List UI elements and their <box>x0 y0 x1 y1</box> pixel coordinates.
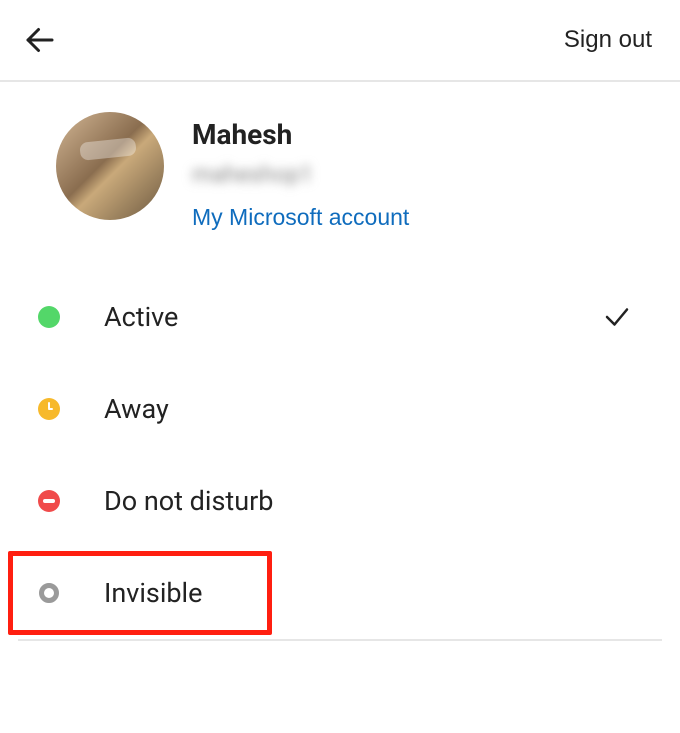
invisible-status-icon <box>38 582 60 604</box>
status-active[interactable]: Active <box>10 271 670 363</box>
arrow-left-icon <box>22 22 58 58</box>
away-status-icon <box>38 398 60 420</box>
microsoft-account-link[interactable]: My Microsoft account <box>192 198 409 231</box>
checkmark-icon <box>602 302 632 332</box>
divider <box>18 639 662 641</box>
status-label: Active <box>104 301 602 333</box>
profile-text: Mahesh maheshop1 My Microsoft account <box>192 112 409 231</box>
status-invisible[interactable]: Invisible <box>10 547 670 639</box>
profile-section: Mahesh maheshop1 My Microsoft account <box>0 82 680 251</box>
status-list: Active Away Do not disturb Invisible <box>0 251 680 641</box>
status-label: Away <box>104 393 650 425</box>
back-button[interactable] <box>18 18 62 62</box>
profile-name: Mahesh <box>192 118 409 151</box>
dnd-status-icon <box>38 490 60 512</box>
avatar[interactable] <box>56 112 164 220</box>
active-status-icon <box>38 306 60 328</box>
header: Sign out <box>0 0 680 82</box>
sign-out-button[interactable]: Sign out <box>564 26 652 54</box>
status-label: Do not disturb <box>104 485 650 517</box>
status-label: Invisible <box>104 577 650 609</box>
status-do-not-disturb[interactable]: Do not disturb <box>10 455 670 547</box>
status-away[interactable]: Away <box>10 363 670 455</box>
profile-handle: maheshop1 <box>192 161 409 188</box>
